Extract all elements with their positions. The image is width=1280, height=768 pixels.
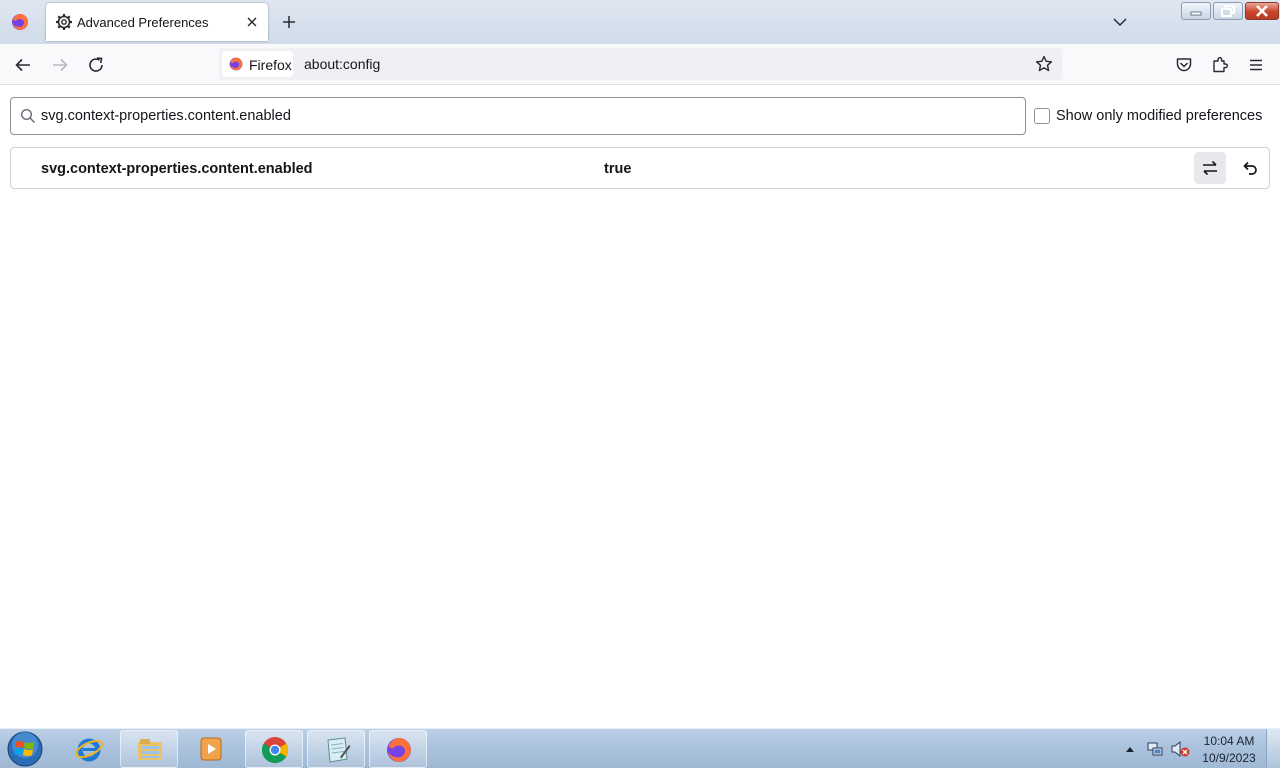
tab-title: Advanced Preferences [77, 15, 209, 30]
media-player-icon [200, 737, 222, 761]
tab-advanced-preferences[interactable]: Advanced Preferences [46, 3, 268, 41]
forward-button[interactable] [48, 53, 72, 77]
toggle-button[interactable] [1194, 152, 1226, 184]
clock-date[interactable]: 10/9/2023 [1196, 751, 1262, 765]
chevron-down-icon[interactable] [1110, 12, 1130, 32]
extensions-button[interactable] [1208, 53, 1232, 77]
window-close-button[interactable] [1245, 2, 1279, 20]
show-desktop-button[interactable] [1266, 729, 1280, 768]
arrow-left-icon [15, 58, 30, 72]
firefox-logo-icon[interactable] [10, 12, 30, 32]
pocket-button[interactable] [1172, 53, 1196, 77]
internet-explorer-icon [75, 738, 103, 762]
navigation-toolbar: Firefox about:config [0, 44, 1280, 85]
new-tab-plus-icon[interactable] [279, 12, 299, 32]
show-modified-label[interactable]: Show only modified preferences [1056, 108, 1262, 124]
taskbar-notepad[interactable] [307, 730, 365, 768]
search-input[interactable] [41, 99, 1011, 133]
pocket-icon [1176, 58, 1192, 72]
preference-value[interactable]: true [604, 161, 631, 177]
bookmark-star-button[interactable] [1033, 53, 1055, 75]
show-modified-checkbox[interactable] [1034, 108, 1050, 124]
hamburger-menu-button[interactable] [1244, 53, 1268, 77]
firefox-icon [387, 738, 411, 762]
show-hidden-icons-arrow-icon[interactable] [1124, 744, 1136, 754]
search-icon [20, 108, 36, 124]
address-bar[interactable]: Firefox about:config [219, 48, 1062, 80]
windows-taskbar [0, 728, 1280, 768]
hamburger-menu-icon [1250, 59, 1262, 71]
clock-time[interactable]: 10:04 AM [1196, 734, 1262, 748]
gear-icon [56, 14, 72, 30]
puzzle-piece-icon [1213, 57, 1228, 73]
reload-button[interactable] [84, 53, 108, 77]
chrome-icon [261, 737, 289, 764]
preference-search-box[interactable] [10, 97, 1026, 135]
back-button[interactable] [11, 53, 35, 77]
firefox-icon [229, 57, 243, 71]
star-icon [1035, 55, 1053, 72]
volume-muted-icon[interactable] [1170, 740, 1190, 758]
site-identity-button[interactable]: Firefox [222, 51, 293, 77]
taskbar-internet-explorer[interactable] [60, 730, 118, 768]
url-text[interactable]: about:config [304, 56, 380, 72]
start-button-windows-logo-icon[interactable] [4, 730, 46, 768]
window-minimize-button[interactable] [1181, 2, 1211, 20]
window-restore-button[interactable] [1213, 2, 1243, 20]
taskbar-firefox[interactable] [369, 730, 427, 768]
reset-button[interactable] [1234, 152, 1266, 184]
preference-name: svg.context-properties.content.enabled [41, 161, 313, 177]
tab-strip: Advanced Preferences [0, 0, 1280, 44]
undo-arrow-icon [1243, 161, 1257, 175]
taskbar-media-player[interactable] [182, 730, 240, 768]
reload-icon [89, 57, 103, 72]
close-tab-icon[interactable] [243, 13, 261, 31]
toggle-arrows-icon [1203, 160, 1217, 176]
taskbar-chrome[interactable] [245, 730, 303, 768]
network-icon[interactable] [1146, 740, 1164, 758]
taskbar-file-explorer[interactable] [120, 730, 178, 768]
arrow-right-icon [53, 58, 68, 72]
folder-icon [138, 739, 162, 760]
identity-label: Firefox [249, 57, 292, 73]
preference-row[interactable]: svg.context-properties.content.enabled t… [10, 147, 1270, 189]
notepad-icon [327, 737, 351, 763]
